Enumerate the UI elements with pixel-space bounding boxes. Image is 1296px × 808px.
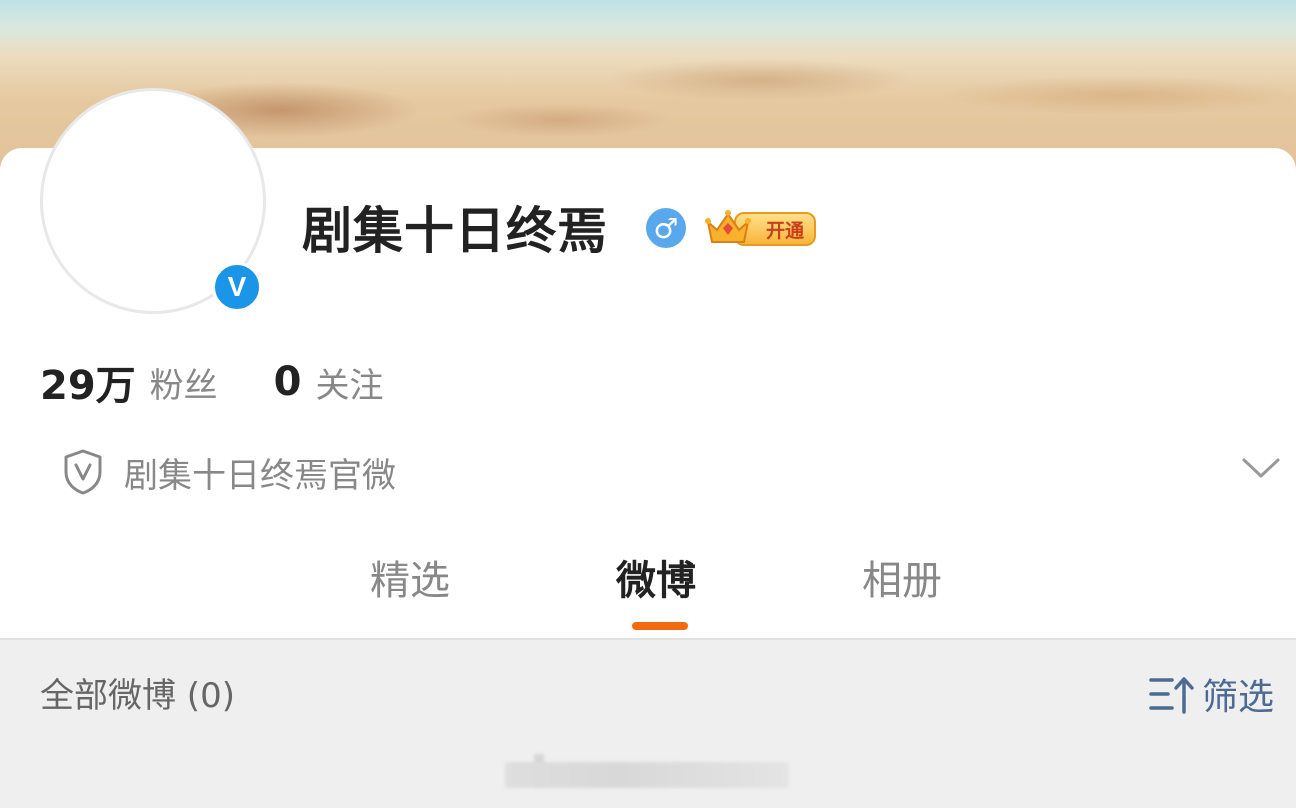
followers-label[interactable]: 粉丝 — [150, 358, 218, 407]
profile-name: 剧集十日终焉 — [302, 202, 608, 260]
verification-text: 剧集十日终焉官微 — [124, 455, 396, 496]
tab-weibo[interactable]: 微博 — [616, 548, 696, 606]
tab-album[interactable]: 相册 — [862, 548, 942, 606]
shield-icon — [64, 449, 102, 495]
loading-placeholder — [505, 762, 789, 788]
tab-featured[interactable]: 精选 — [370, 548, 450, 606]
profile-tabs: 精选 微博 相册 — [0, 540, 1296, 638]
vip-open-button[interactable]: 开通 — [704, 208, 816, 248]
followers-count[interactable]: 29万 — [40, 353, 136, 411]
crown-icon — [705, 210, 751, 243]
active-tab-indicator — [632, 622, 688, 630]
filter-label: 筛选 — [1202, 677, 1275, 718]
male-gender-icon: ♂ — [646, 208, 686, 248]
following-label[interactable]: 关注 — [316, 358, 384, 407]
chevron-down-icon[interactable] — [1240, 452, 1282, 482]
filter-button[interactable]: 筛选 — [1148, 668, 1274, 720]
feed-header: 全部微博 (0) — [40, 676, 235, 716]
verification-info[interactable]: 剧集十日终焉官微 — [62, 444, 396, 500]
profile-stats: 29万 粉丝 0 关注 — [40, 352, 384, 412]
verified-badge-icon: V — [212, 262, 262, 312]
following-count[interactable]: 0 — [274, 359, 302, 405]
divider — [0, 638, 1296, 640]
sort-filter-icon — [1149, 677, 1194, 714]
